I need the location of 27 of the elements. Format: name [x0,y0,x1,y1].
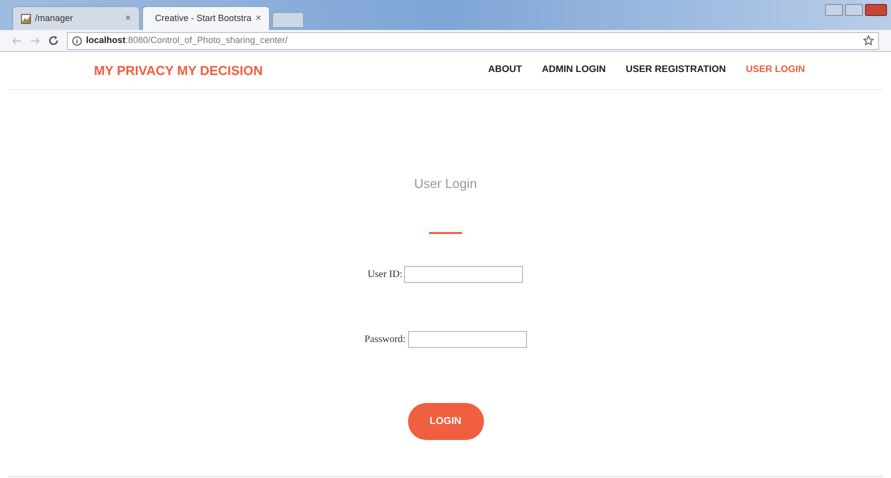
nav-link[interactable]: ABOUT [488,63,522,78]
address-bar[interactable]: localhost:8080/Control_of_Photo_sharing_center/ [67,32,879,50]
browser-tab[interactable]: Creative - Start Bootstra × [142,6,270,30]
heading-divider [429,232,462,234]
close-button[interactable]: × [125,11,131,26]
reload-icon[interactable] [48,35,59,46]
forward-arrow-icon[interactable] [30,36,40,46]
browser-tab[interactable]: /manager × [12,6,140,30]
field-label: User ID: [368,268,402,282]
back-arrow-icon[interactable] [12,36,22,46]
page-heading: User Login [414,175,477,193]
star-icon[interactable] [863,35,874,46]
minimize-button[interactable] [825,4,843,16]
input-field[interactable] [404,266,524,282]
info-icon [72,36,82,46]
nav-link[interactable]: ADMIN LOGIN [542,63,606,78]
url-text: localhost:8080/Control_of_Photo_sharing_center/ [86,34,288,47]
new-tab-button[interactable] [272,12,304,28]
tab-title: /manager [35,12,74,25]
close-window-button[interactable] [865,4,887,16]
close-button[interactable]: × [256,11,262,26]
picture-icon [21,14,31,24]
tab-title: Creative - Start Bootstra [155,12,252,25]
restore-button[interactable] [845,4,863,16]
input-field[interactable] [408,330,527,348]
nav-link[interactable]: USER REGISTRATION [626,63,726,78]
field-label: Password: [364,332,406,346]
